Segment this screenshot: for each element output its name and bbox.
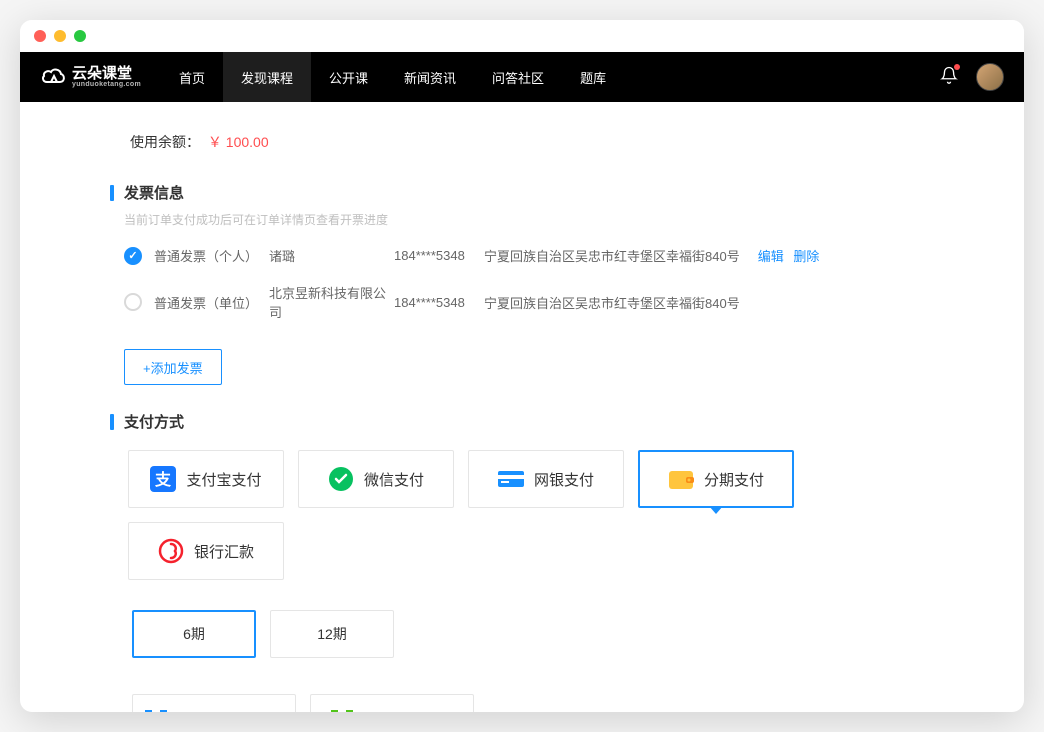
balance-label: 使用余额： [130,134,200,150]
installment-term-6[interactable]: 6期 [132,610,256,658]
invoice-edit-link[interactable]: 编辑 [758,249,784,264]
invoice-section-subtitle: 当前订单支付成功后可在订单详情页查看开票进度 [124,211,934,228]
balance-value: ￥ 100.00 [208,134,269,150]
transfer-label: 支付宝个人转账 [177,711,282,713]
payment-bank-transfer[interactable]: 银行汇款 [128,522,284,580]
minimize-window-dot[interactable] [54,30,66,42]
payment-section: 支付方式 支 支付宝支付 微信支付 [110,411,934,712]
invoice-section-title: 发票信息 [124,182,184,203]
invoice-row[interactable]: ✓ 普通发票（个人） 诸璐 184****5348 宁夏回族自治区吴忠市红寺堡区… [124,246,934,265]
invoice-address: 宁夏回族自治区吴忠市红寺堡区幸福街840号 [484,293,740,312]
nav-qa-community[interactable]: 问答社区 [474,52,562,102]
transfer-label: 微信个人转账 [363,711,453,713]
user-avatar[interactable] [976,63,1004,91]
scan-icon [145,710,167,712]
transfer-alipay-personal[interactable]: 支付宝个人转账 [132,694,296,712]
close-window-dot[interactable] [34,30,46,42]
invoice-section: 发票信息 当前订单支付成功后可在订单详情页查看开票进度 ✓ 普通发票（个人） 诸… [110,182,934,385]
nav-question-bank[interactable]: 题库 [562,52,624,102]
nav-discover-courses[interactable]: 发现课程 [223,52,311,102]
invoice-name: 北京昱新科技有限公司 [269,283,394,321]
brand-logo[interactable]: 云朵课堂 yunduoketang.com [40,64,141,90]
payment-label: 网银支付 [534,469,594,490]
main-nav: 首页 发现课程 公开课 新闻资讯 问答社区 题库 [161,52,660,102]
payment-alipay[interactable]: 支 支付宝支付 [128,450,284,508]
section-accent-bar [110,414,114,430]
alipay-icon: 支 [150,466,176,492]
scan-icon [331,710,353,712]
nav-more-icon[interactable] [624,52,660,102]
payment-section-title: 支付方式 [124,411,184,432]
logo-subtext: yunduoketang.com [72,81,141,88]
invoice-delete-link[interactable]: 删除 [793,249,819,264]
nav-news[interactable]: 新闻资讯 [386,52,474,102]
page-content: 使用余额： ￥ 100.00 发票信息 当前订单支付成功后可在订单详情页查看开票… [20,102,1024,712]
payment-installment[interactable]: 分期支付 [638,450,794,508]
invoice-actions: 编辑 删除 [752,246,820,265]
cloud-logo-icon [40,64,66,90]
nav-public-class[interactable]: 公开课 [311,52,386,102]
payment-label: 分期支付 [704,469,764,490]
section-accent-bar [110,185,114,201]
invoice-radio-checked[interactable]: ✓ [124,247,142,265]
bank-card-icon [498,466,524,492]
bank-transfer-icon [158,538,184,564]
transfer-wechat-personal[interactable]: 微信个人转账 [310,694,474,712]
wechat-icon [328,466,354,492]
invoice-phone: 184****5348 [394,295,484,310]
add-invoice-button[interactable]: +添加发票 [124,349,222,385]
logo-text: 云朵课堂 [72,66,141,81]
payment-unionpay[interactable]: 网银支付 [468,450,624,508]
top-nav-bar: 云朵课堂 yunduoketang.com 首页 发现课程 公开课 新闻资讯 问… [20,52,1024,102]
invoice-type: 普通发票（单位） [154,293,269,312]
invoice-radio-unchecked[interactable] [124,293,142,311]
invoice-address: 宁夏回族自治区吴忠市红寺堡区幸福街840号 [484,246,740,265]
notification-badge-dot [954,64,960,70]
invoice-type: 普通发票（个人） [154,246,269,265]
check-icon: ✓ [128,249,137,262]
invoice-phone: 184****5348 [394,248,484,263]
installment-term-12[interactable]: 12期 [270,610,394,658]
maximize-window-dot[interactable] [74,30,86,42]
wallet-icon [668,466,694,492]
window-titlebar [20,20,1024,52]
payment-label: 银行汇款 [194,541,254,562]
payment-label: 微信支付 [364,469,424,490]
payment-wechat[interactable]: 微信支付 [298,450,454,508]
nav-home[interactable]: 首页 [161,52,223,102]
balance-row: 使用余额： ￥ 100.00 [130,132,914,152]
payment-label: 支付宝支付 [186,469,261,490]
notifications-bell-icon[interactable] [940,66,958,89]
invoice-row[interactable]: 普通发票（单位） 北京昱新科技有限公司 184****5348 宁夏回族自治区吴… [124,283,934,321]
svg-text:支: 支 [154,470,172,489]
invoice-name: 诸璐 [269,246,394,265]
